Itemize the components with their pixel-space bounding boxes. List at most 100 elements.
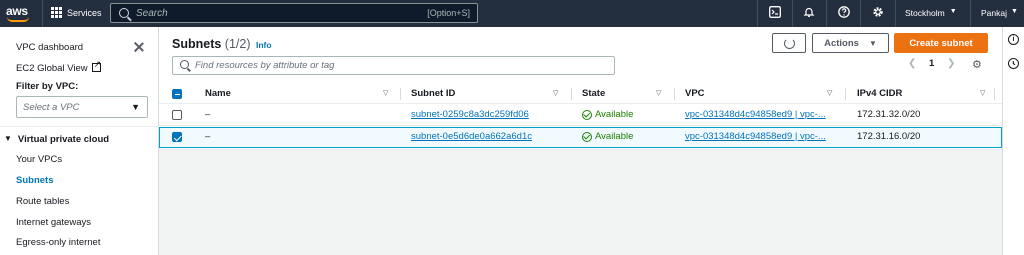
sidebar-vpc-dashboard[interactable]: VPC dashboard — [16, 42, 83, 53]
subnet-id-link[interactable]: subnet-0e5d6de0a662a6d1c — [411, 131, 532, 142]
column-divider[interactable] — [994, 88, 995, 100]
region-label: Stockholm — [905, 8, 945, 18]
main-content: Subnets (1/2) Info Actions ▼ Create subn… — [159, 27, 1002, 255]
row-checkbox-checked[interactable] — [172, 132, 182, 142]
cloudshell-icon[interactable] — [768, 6, 782, 20]
sidebar-item-egress-only-internet[interactable]: Egress-only internet — [16, 237, 100, 248]
sort-icon[interactable]: ▽ — [553, 89, 558, 97]
table-row-selected[interactable]: – subnet-0e5d6de0a662a6d1c Available vpc… — [159, 127, 1002, 148]
column-divider[interactable] — [571, 88, 572, 100]
sort-icon[interactable]: ▽ — [383, 89, 388, 97]
column-header-subnet-id[interactable]: Subnet ID — [411, 88, 455, 99]
find-placeholder: Find resources by attribute or tag — [195, 60, 335, 71]
aws-logo[interactable]: aws — [6, 4, 32, 23]
caret-down-icon: ▼ — [868, 38, 877, 48]
account-menu[interactable]: Pankaj ▼ — [981, 8, 1018, 18]
status-text: Available — [595, 131, 634, 142]
cell-name: – — [205, 131, 211, 142]
subnet-id-link[interactable]: subnet-0259c8a3dc259fd06 — [411, 109, 529, 120]
sort-icon[interactable]: ▽ — [980, 89, 985, 97]
divider — [826, 0, 827, 27]
close-icon[interactable] — [133, 41, 145, 53]
vpc-filter-select[interactable]: Select a VPC ▼ — [16, 96, 148, 118]
check-circle-icon — [582, 109, 592, 120]
chevron-left-icon[interactable]: ❮ — [908, 58, 916, 69]
page-title: Subnets (1/2) — [172, 37, 251, 51]
chevron-right-icon[interactable]: ❯ — [947, 58, 955, 69]
sidebar-item-route-tables[interactable]: Route tables — [16, 196, 69, 207]
row-checkbox[interactable] — [172, 110, 182, 120]
refresh-button[interactable] — [772, 33, 806, 53]
divider — [860, 0, 861, 27]
column-divider[interactable] — [400, 88, 401, 100]
column-header-ipv4-cidr[interactable]: IPv4 CIDR — [857, 88, 902, 99]
cell-name: – — [205, 109, 211, 120]
search-icon — [180, 60, 189, 69]
gear-icon[interactable]: ⚙ — [972, 58, 982, 71]
column-divider[interactable] — [674, 88, 675, 100]
caret-down-icon: ▼ — [131, 102, 140, 112]
divider — [42, 0, 43, 27]
sidebar-ec2-global-view[interactable]: EC2 Global View — [16, 59, 101, 74]
status-badge: Available — [582, 131, 633, 142]
find-resources-input[interactable]: Find resources by attribute or tag — [172, 56, 615, 75]
aws-logo-text: aws — [6, 4, 28, 18]
select-placeholder: Select a VPC — [23, 102, 80, 113]
gear-icon[interactable] — [871, 6, 885, 20]
section-title: Virtual private cloud — [17, 134, 110, 145]
services-menu-button[interactable]: Services — [51, 7, 102, 18]
page-number[interactable]: 1 — [929, 58, 934, 69]
cell-ipv4-cidr: 172.31.16.0/20 — [857, 131, 921, 142]
user-label: Pankaj — [981, 8, 1007, 18]
column-divider[interactable] — [845, 88, 846, 100]
divider — [792, 0, 793, 27]
table-header: Name ▽ Subnet ID ▽ State ▽ VPC ▽ IPv4 CI… — [159, 84, 1002, 104]
column-header-state[interactable]: State — [582, 88, 605, 99]
create-subnet-button[interactable]: Create subnet — [894, 33, 988, 53]
divider — [0, 126, 159, 127]
filter-by-vpc-label: Filter by VPC: — [16, 81, 79, 92]
vpc-link[interactable]: vpc-031348d4c94858ed9 | vpc-... — [685, 109, 837, 120]
table-row[interactable]: – subnet-0259c8a3dc259fd06 Available vpc… — [159, 105, 1002, 126]
select-all-checkbox[interactable] — [172, 89, 182, 99]
sidebar-item-your-vpcs[interactable]: Your VPCs — [16, 154, 62, 165]
actions-button[interactable]: Actions ▼ — [812, 33, 889, 53]
ec2-global-view-label: EC2 Global View — [16, 63, 88, 74]
help-icon[interactable] — [837, 6, 851, 20]
clock-icon[interactable] — [1008, 58, 1019, 69]
vpc-link[interactable]: vpc-031348d4c94858ed9 | vpc-... — [685, 131, 837, 142]
caret-down-icon: ▼ — [1011, 8, 1018, 15]
top-nav-bar: aws Services Search [Option+S] Stockholm… — [0, 0, 1024, 27]
bell-icon[interactable] — [802, 6, 816, 20]
subnets-panel: Subnets (1/2) Info Actions ▼ Create subn… — [159, 27, 1002, 150]
search-placeholder: Search — [136, 8, 168, 19]
sort-icon[interactable]: ▽ — [827, 89, 832, 97]
search-icon — [119, 8, 129, 18]
check-circle-icon — [582, 131, 592, 142]
sidebar-item-internet-gateways[interactable]: Internet gateways — [16, 217, 91, 228]
services-label: Services — [67, 7, 102, 18]
info-icon[interactable]: i — [1008, 34, 1019, 45]
search-shortcut: [Option+S] — [427, 8, 470, 18]
column-header-vpc[interactable]: VPC — [685, 88, 705, 99]
selection-count: (1/2) — [224, 37, 251, 51]
title-text: Subnets — [172, 37, 222, 51]
grid-icon — [51, 7, 62, 18]
section-virtual-private-cloud[interactable]: ▼ Virtual private cloud — [4, 134, 109, 145]
divider — [757, 0, 758, 27]
actions-label: Actions — [824, 37, 859, 49]
divider — [895, 0, 896, 27]
refresh-icon — [783, 37, 795, 49]
status-text: Available — [595, 109, 634, 120]
column-header-name[interactable]: Name — [205, 88, 231, 99]
right-rail: i — [1002, 27, 1024, 255]
aws-smile-icon — [7, 17, 29, 22]
sidebar-item-subnets[interactable]: Subnets — [16, 175, 53, 186]
info-link[interactable]: Info — [256, 40, 272, 50]
global-search-input[interactable]: Search [Option+S] — [110, 3, 478, 23]
region-selector[interactable]: Stockholm ▼ — [905, 8, 957, 18]
sort-icon[interactable]: ▽ — [656, 89, 661, 97]
divider — [970, 0, 971, 27]
caret-down-icon: ▼ — [949, 8, 957, 15]
sidebar: VPC dashboard EC2 Global View Filter by … — [0, 27, 159, 255]
